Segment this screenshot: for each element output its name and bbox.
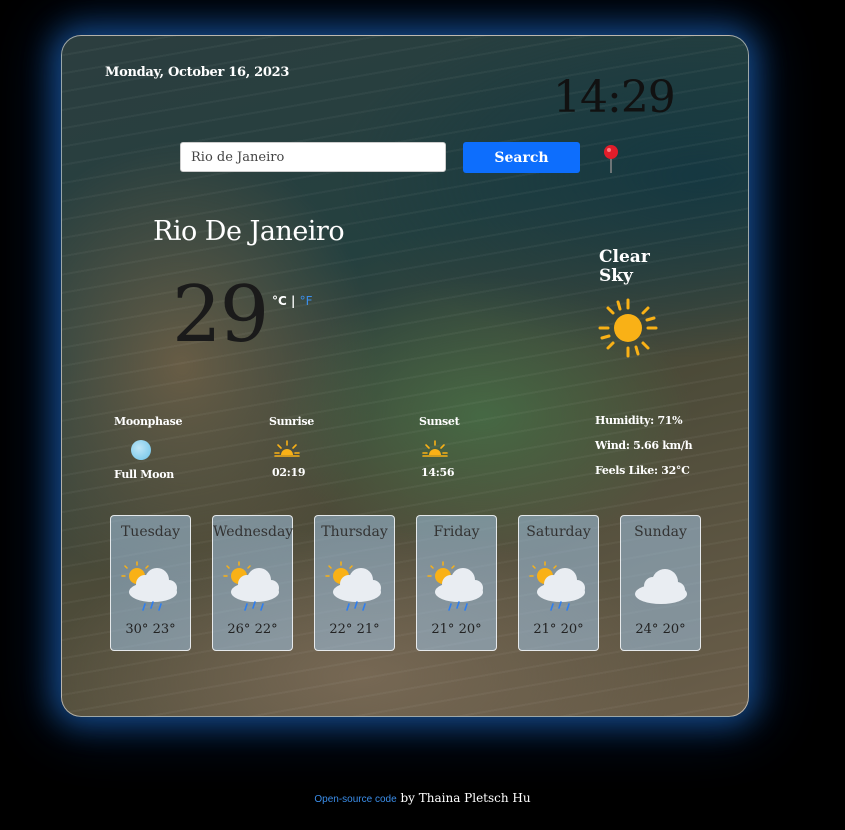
forecast-day: Thursday (321, 524, 388, 540)
fahrenheit-link[interactable]: °F (300, 294, 313, 308)
forecast-temps: 21° 20° (533, 622, 584, 637)
forecast-day: Wednesday (213, 524, 294, 540)
cloud-icon (635, 569, 687, 604)
forecast-temps: 30° 23° (125, 622, 176, 637)
sunrise-label: Sunrise (269, 415, 315, 428)
wind-speed: Wind: 5.66 km/h (595, 439, 693, 452)
footer: Open-source code by Thaina Pletsch Hu (0, 791, 845, 805)
forecast-day: Sunday (634, 524, 687, 540)
current-time: 14:29 (553, 72, 676, 123)
current-temperature: 29 (172, 270, 269, 360)
unit-toggle: °C | °F (272, 294, 312, 308)
current-date: Monday, October 16, 2023 (105, 65, 290, 80)
weather-card: Monday, October 16, 2023 14:29 Search Ri… (61, 35, 749, 717)
search-input[interactable] (180, 142, 446, 172)
sunset-value: 14:56 (421, 466, 455, 479)
sun-cloud-rain-icon (121, 561, 177, 611)
search-button[interactable]: Search (463, 142, 580, 173)
humidity: Humidity: 71% (595, 414, 683, 427)
sunset-label: Sunset (419, 415, 460, 428)
forecast-day: Saturday (526, 524, 591, 540)
forecast-card: Sunday 24° 20° (620, 515, 701, 651)
forecast-card: Friday 21° 20° (416, 515, 497, 651)
sun-cloud-rain-icon (427, 561, 483, 611)
forecast-temps: 22° 21° (329, 622, 380, 637)
map-pin-icon[interactable] (602, 144, 620, 174)
unit-separator: | (286, 294, 300, 308)
full-moon-icon (131, 440, 151, 460)
forecast-day: Tuesday (120, 524, 181, 540)
city-name: Rio De Janeiro (153, 216, 345, 247)
forecast-temps: 24° 20° (635, 622, 686, 637)
open-source-link[interactable]: Open-source code (314, 794, 396, 805)
sun-cloud-rain-icon (529, 561, 585, 611)
forecast-card: Saturday 21° 20° (518, 515, 599, 651)
moonphase-label: Moonphase (114, 415, 183, 428)
author-credit: by Thaina Pletsch Hu (396, 791, 531, 805)
forecast-temps: 26° 22° (227, 622, 278, 637)
sunset-icon (422, 440, 448, 457)
sunrise-value: 02:19 (272, 466, 306, 479)
forecast-temps: 21° 20° (431, 622, 482, 637)
forecast-card: Thursday 22° 21° (314, 515, 395, 651)
sun-cloud-rain-icon (325, 561, 381, 611)
forecast-day: Friday (433, 524, 480, 540)
feels-like: Feels Like: 32°C (595, 464, 690, 477)
forecast-card: Tuesday 30° 23° (110, 515, 191, 651)
forecast-card: Wednesday 26° 22° (212, 515, 293, 651)
celsius-link[interactable]: °C (272, 294, 287, 308)
moonphase-value: Full Moon (114, 468, 174, 481)
weather-description: Clear Sky (599, 247, 650, 286)
sunrise-icon (274, 440, 300, 457)
sun-cloud-rain-icon (223, 561, 279, 611)
sun-icon (598, 298, 658, 358)
